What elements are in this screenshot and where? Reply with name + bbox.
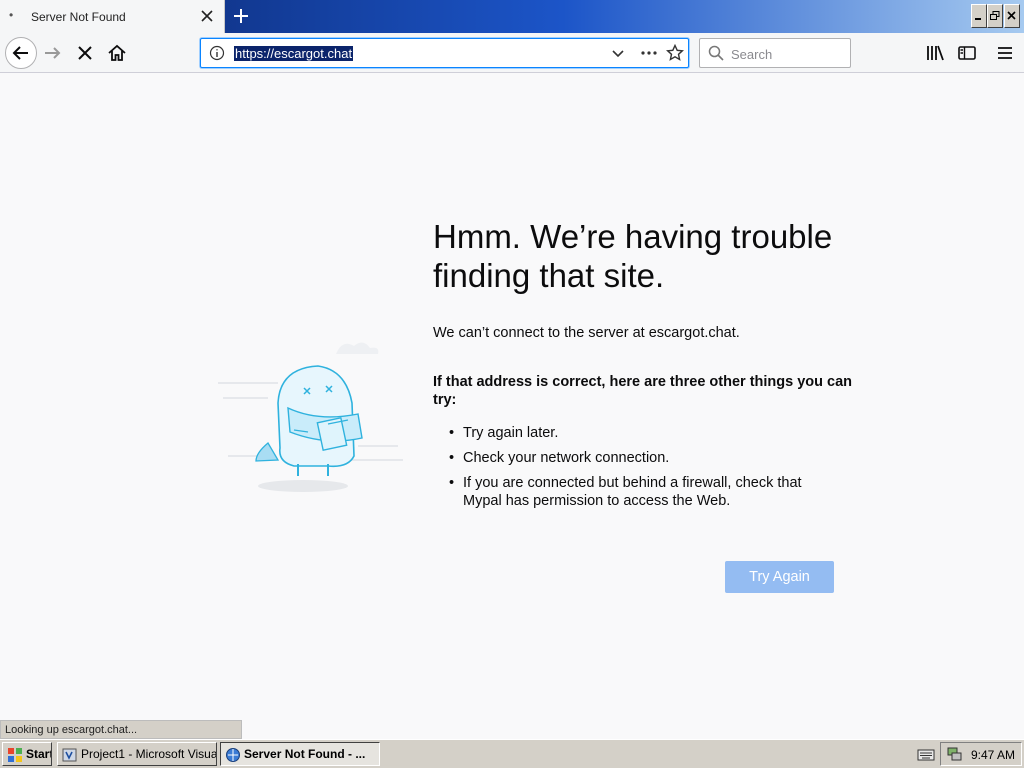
sidebar-icon[interactable] <box>957 43 977 63</box>
browser-icon <box>226 748 240 762</box>
back-arrow-icon <box>12 46 28 60</box>
stop-icon[interactable] <box>75 43 95 63</box>
new-tab-icon[interactable] <box>231 6 251 26</box>
hamburger-menu-icon[interactable] <box>995 43 1015 63</box>
system-tray: 9:47 AM <box>917 742 1022 766</box>
search-placeholder: Search <box>731 47 773 62</box>
start-label: Start <box>26 747 52 761</box>
more-dots-icon[interactable] <box>639 44 659 62</box>
tips-heading: If that address is correct, here are thr… <box>433 374 853 408</box>
windows-logo-icon <box>8 748 22 762</box>
status-bar: Looking up escargot.chat... <box>0 720 242 739</box>
tab-server-not-found[interactable]: • Server Not Found <box>0 0 225 33</box>
taskbar-item-label: Server Not Found - ... <box>244 747 366 761</box>
clock: 9:47 AM <box>971 748 1016 762</box>
try-again-button[interactable]: Try Again <box>725 561 834 593</box>
taskbar: Start Project1 - Microsoft Visual... Ser… <box>0 739 1024 768</box>
tab-title: Server Not Found <box>31 10 126 24</box>
tips-list: Try again later. Check your network conn… <box>449 424 833 517</box>
keyboard-icon[interactable] <box>917 748 935 762</box>
restore-button[interactable] <box>987 4 1003 28</box>
taskbar-item-browser[interactable]: Server Not Found - ... <box>220 742 380 766</box>
network-icon[interactable] <box>946 746 962 762</box>
search-input[interactable]: Search <box>699 38 851 68</box>
taskbar-item-label: Project1 - Microsoft Visual... <box>81 747 217 761</box>
close-tab-icon[interactable] <box>200 9 214 23</box>
tab-strip: • Server Not Found <box>0 0 1024 33</box>
url-bar[interactable]: https://escargot.chat <box>200 38 689 68</box>
close-window-button[interactable] <box>1004 4 1020 28</box>
dropdown-icon[interactable] <box>611 46 625 60</box>
loading-dot-icon: • <box>9 8 14 22</box>
tip-item: Check your network connection. <box>449 449 833 467</box>
forward-arrow-icon[interactable] <box>43 43 63 63</box>
sad-dinosaur-illustration <box>218 342 403 492</box>
minimize-button[interactable] <box>971 4 987 28</box>
tip-item: Try again later. <box>449 424 833 442</box>
home-icon[interactable] <box>107 43 127 63</box>
search-icon <box>708 45 724 61</box>
star-icon[interactable] <box>666 44 684 62</box>
tip-item: If you are connected but behind a firewa… <box>449 474 833 510</box>
library-icon[interactable] <box>925 43 945 63</box>
error-title: Hmm. We’re having trouble finding that s… <box>433 218 833 294</box>
start-button[interactable]: Start <box>2 742 52 766</box>
info-icon[interactable] <box>209 45 225 61</box>
visual-basic-icon <box>62 748 77 762</box>
error-description: We can’t connect to the server at escarg… <box>433 325 740 341</box>
url-text[interactable]: https://escargot.chat <box>234 46 354 61</box>
taskbar-item-visual-basic[interactable]: Project1 - Microsoft Visual... <box>57 742 217 766</box>
back-button[interactable] <box>5 37 37 69</box>
navigation-toolbar: https://escargot.chat Search <box>0 33 1024 73</box>
